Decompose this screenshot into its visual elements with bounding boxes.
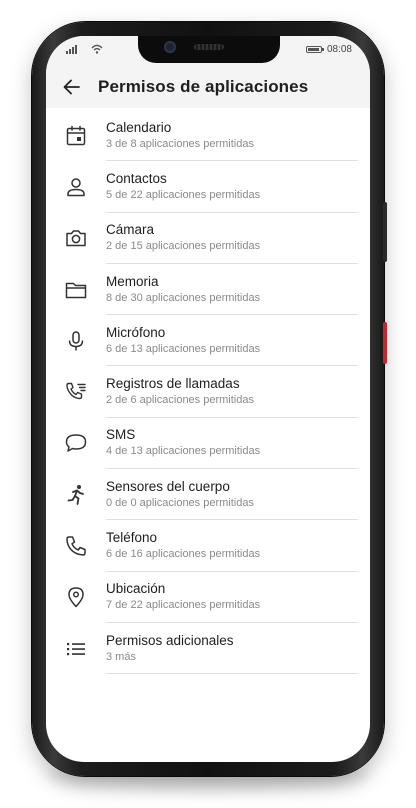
- folder-icon: [46, 278, 106, 302]
- permission-label: SMS: [106, 427, 136, 443]
- permission-label: Memoria: [106, 273, 159, 289]
- phone-icon: [46, 534, 106, 558]
- permission-count: 2 de 15 aplicaciones permitidas: [106, 240, 261, 253]
- status-time: 08:08: [326, 44, 352, 55]
- list-item-camara[interactable]: Cámara 2 de 15 aplicaciones permitidas: [46, 213, 370, 264]
- call-log-icon: [46, 380, 106, 404]
- phone-screen: 08:08 Permisos de aplicaciones Calendari…: [46, 36, 370, 762]
- permission-count: 3 más: [106, 650, 136, 663]
- message-icon: [46, 431, 106, 455]
- permission-count: 5 de 22 aplicaciones permitidas: [106, 188, 261, 201]
- status-bar: 08:08: [46, 36, 370, 66]
- permission-count: 8 de 30 aplicaciones permitidas: [106, 291, 261, 304]
- list-item-memoria[interactable]: Memoria 8 de 30 aplicaciones permitidas: [46, 264, 370, 316]
- list-item-calendario[interactable]: Calendario 3 de 8 aplicaciones permitida…: [46, 110, 370, 162]
- list-item-ubicacion[interactable]: Ubicación 7 de 22 aplicaciones permitida…: [46, 572, 370, 623]
- list-icon: [46, 637, 106, 661]
- permission-label: Permisos adicionales: [106, 632, 234, 648]
- running-person-icon: [46, 483, 106, 507]
- permission-count: 3 de 8 aplicaciones permitidas: [106, 137, 254, 150]
- camera-icon: [46, 226, 106, 250]
- back-button[interactable]: [48, 66, 96, 108]
- permission-label: Micrófono: [106, 324, 166, 340]
- list-item-sms[interactable]: SMS 4 de 13 aplicaciones permitidas: [46, 418, 370, 470]
- permission-label: Contactos: [106, 170, 167, 186]
- permission-label: Calendario: [106, 119, 172, 135]
- list-item-sensores[interactable]: Sensores del cuerpo 0 de 0 aplicaciones …: [46, 469, 370, 521]
- permission-label: Sensores del cuerpo: [106, 478, 230, 494]
- list-item-permisos-adicionales[interactable]: Permisos adicionales 3 más: [46, 623, 370, 675]
- permission-label: Cámara: [106, 222, 155, 238]
- permission-count: 6 de 13 aplicaciones permitidas: [106, 342, 261, 355]
- location-pin-icon: [46, 585, 106, 609]
- permission-count: 4 de 13 aplicaciones permitidas: [106, 445, 261, 458]
- power-button: [383, 322, 387, 364]
- front-camera: [164, 41, 176, 53]
- permission-count: 6 de 16 aplicaciones permitidas: [106, 548, 261, 561]
- permission-label: Registros de llamadas: [106, 376, 240, 392]
- wifi-icon: [91, 44, 103, 54]
- earpiece-speaker: [194, 44, 224, 50]
- list-item-contactos[interactable]: Contactos 5 de 22 aplicaciones permitida…: [46, 161, 370, 213]
- status-icons-left: [66, 44, 103, 54]
- page-title: Permisos de aplicaciones: [98, 77, 309, 96]
- person-icon: [46, 175, 106, 199]
- list-item-telefono[interactable]: Teléfono 6 de 16 aplicaciones permitidas: [46, 520, 370, 572]
- calendar-icon: [46, 124, 106, 148]
- camera-notch: [138, 36, 280, 63]
- app-bar: Permisos de aplicaciones: [46, 66, 370, 108]
- permissions-list: Calendario 3 de 8 aplicaciones permitida…: [46, 110, 370, 675]
- battery-icon: [305, 46, 324, 53]
- device-mockup: 08:08 Permisos de aplicaciones Calendari…: [0, 0, 416, 808]
- status-icons-right: 08:08: [305, 44, 352, 55]
- list-item-microfono[interactable]: Micrófono 6 de 13 aplicaciones permitida…: [46, 315, 370, 367]
- permission-label: Ubicación: [106, 581, 166, 597]
- permission-count: 0 de 0 aplicaciones permitidas: [106, 496, 254, 509]
- permission-count: 7 de 22 aplicaciones permitidas: [106, 599, 261, 612]
- permission-label: Teléfono: [106, 530, 158, 546]
- microphone-icon: [46, 329, 106, 353]
- volume-button: [383, 202, 387, 262]
- arrow-left-icon: [63, 79, 80, 95]
- phone-frame: 08:08 Permisos de aplicaciones Calendari…: [32, 22, 387, 776]
- list-item-registros-llamadas[interactable]: Registros de llamadas 2 de 6 aplicacione…: [46, 366, 370, 418]
- permission-count: 2 de 6 aplicaciones permitidas: [106, 394, 254, 407]
- signal-icon: [66, 45, 77, 54]
